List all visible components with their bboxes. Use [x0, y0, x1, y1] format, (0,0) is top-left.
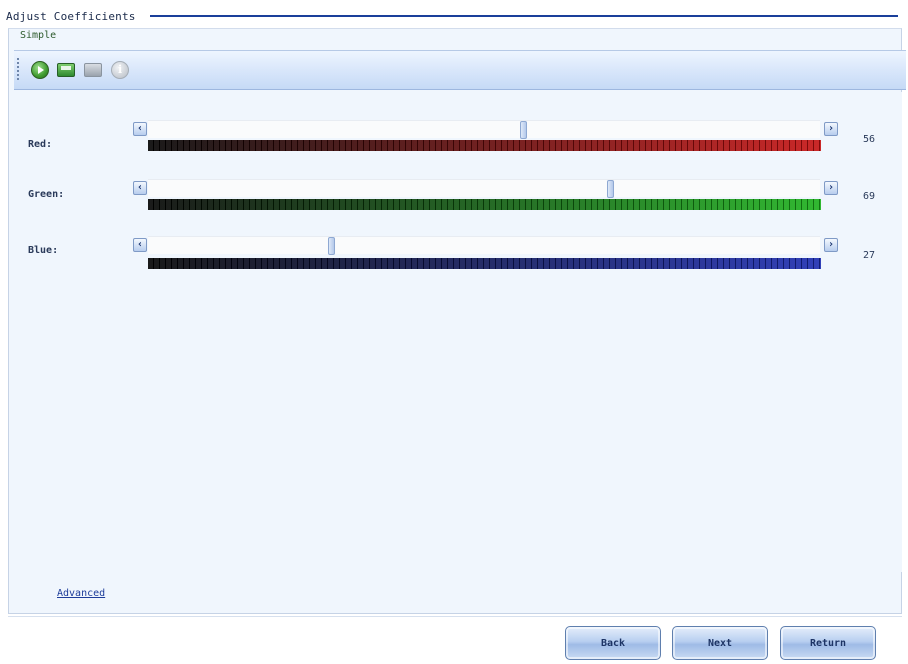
info-icon[interactable] [111, 61, 129, 79]
green-value: 69 [863, 191, 876, 202]
window-title: Adjust Coefficients [6, 10, 136, 23]
toolbar [14, 50, 906, 90]
blue-gradient-bar [148, 258, 821, 269]
blue-slider-thumb[interactable] [328, 237, 335, 255]
blue-label: Blue: [28, 245, 59, 256]
red-label: Red: [28, 139, 53, 150]
open-icon[interactable] [84, 63, 102, 77]
blue-value: 27 [863, 250, 876, 261]
green-slider-thumb[interactable] [607, 180, 614, 198]
advanced-link[interactable]: Advanced [57, 588, 105, 599]
red-slider-track[interactable] [148, 120, 820, 139]
return-button[interactable]: Return [780, 626, 876, 660]
red-gradient-bar [148, 140, 821, 151]
back-button[interactable]: Back [565, 626, 661, 660]
red-value: 56 [863, 134, 876, 145]
green-decrease-button[interactable]: ‹ [133, 181, 147, 195]
next-button[interactable]: Next [672, 626, 768, 660]
green-gradient-bar [148, 199, 821, 210]
bottom-divider [8, 616, 902, 617]
red-decrease-button[interactable]: ‹ [133, 122, 147, 136]
content-area [14, 92, 902, 572]
green-increase-button[interactable]: › [824, 181, 838, 195]
save-icon[interactable] [57, 63, 75, 77]
red-slider-thumb[interactable] [520, 121, 527, 139]
title-divider-line [150, 15, 898, 17]
blue-increase-button[interactable]: › [824, 238, 838, 252]
red-increase-button[interactable]: › [824, 122, 838, 136]
green-slider-track[interactable] [148, 179, 820, 198]
blue-decrease-button[interactable]: ‹ [133, 238, 147, 252]
run-icon[interactable] [31, 61, 49, 79]
toolbar-grip-handle[interactable] [17, 58, 19, 82]
green-label: Green: [28, 189, 65, 200]
group-label-simple: Simple [18, 30, 59, 41]
blue-slider-track[interactable] [148, 236, 820, 255]
